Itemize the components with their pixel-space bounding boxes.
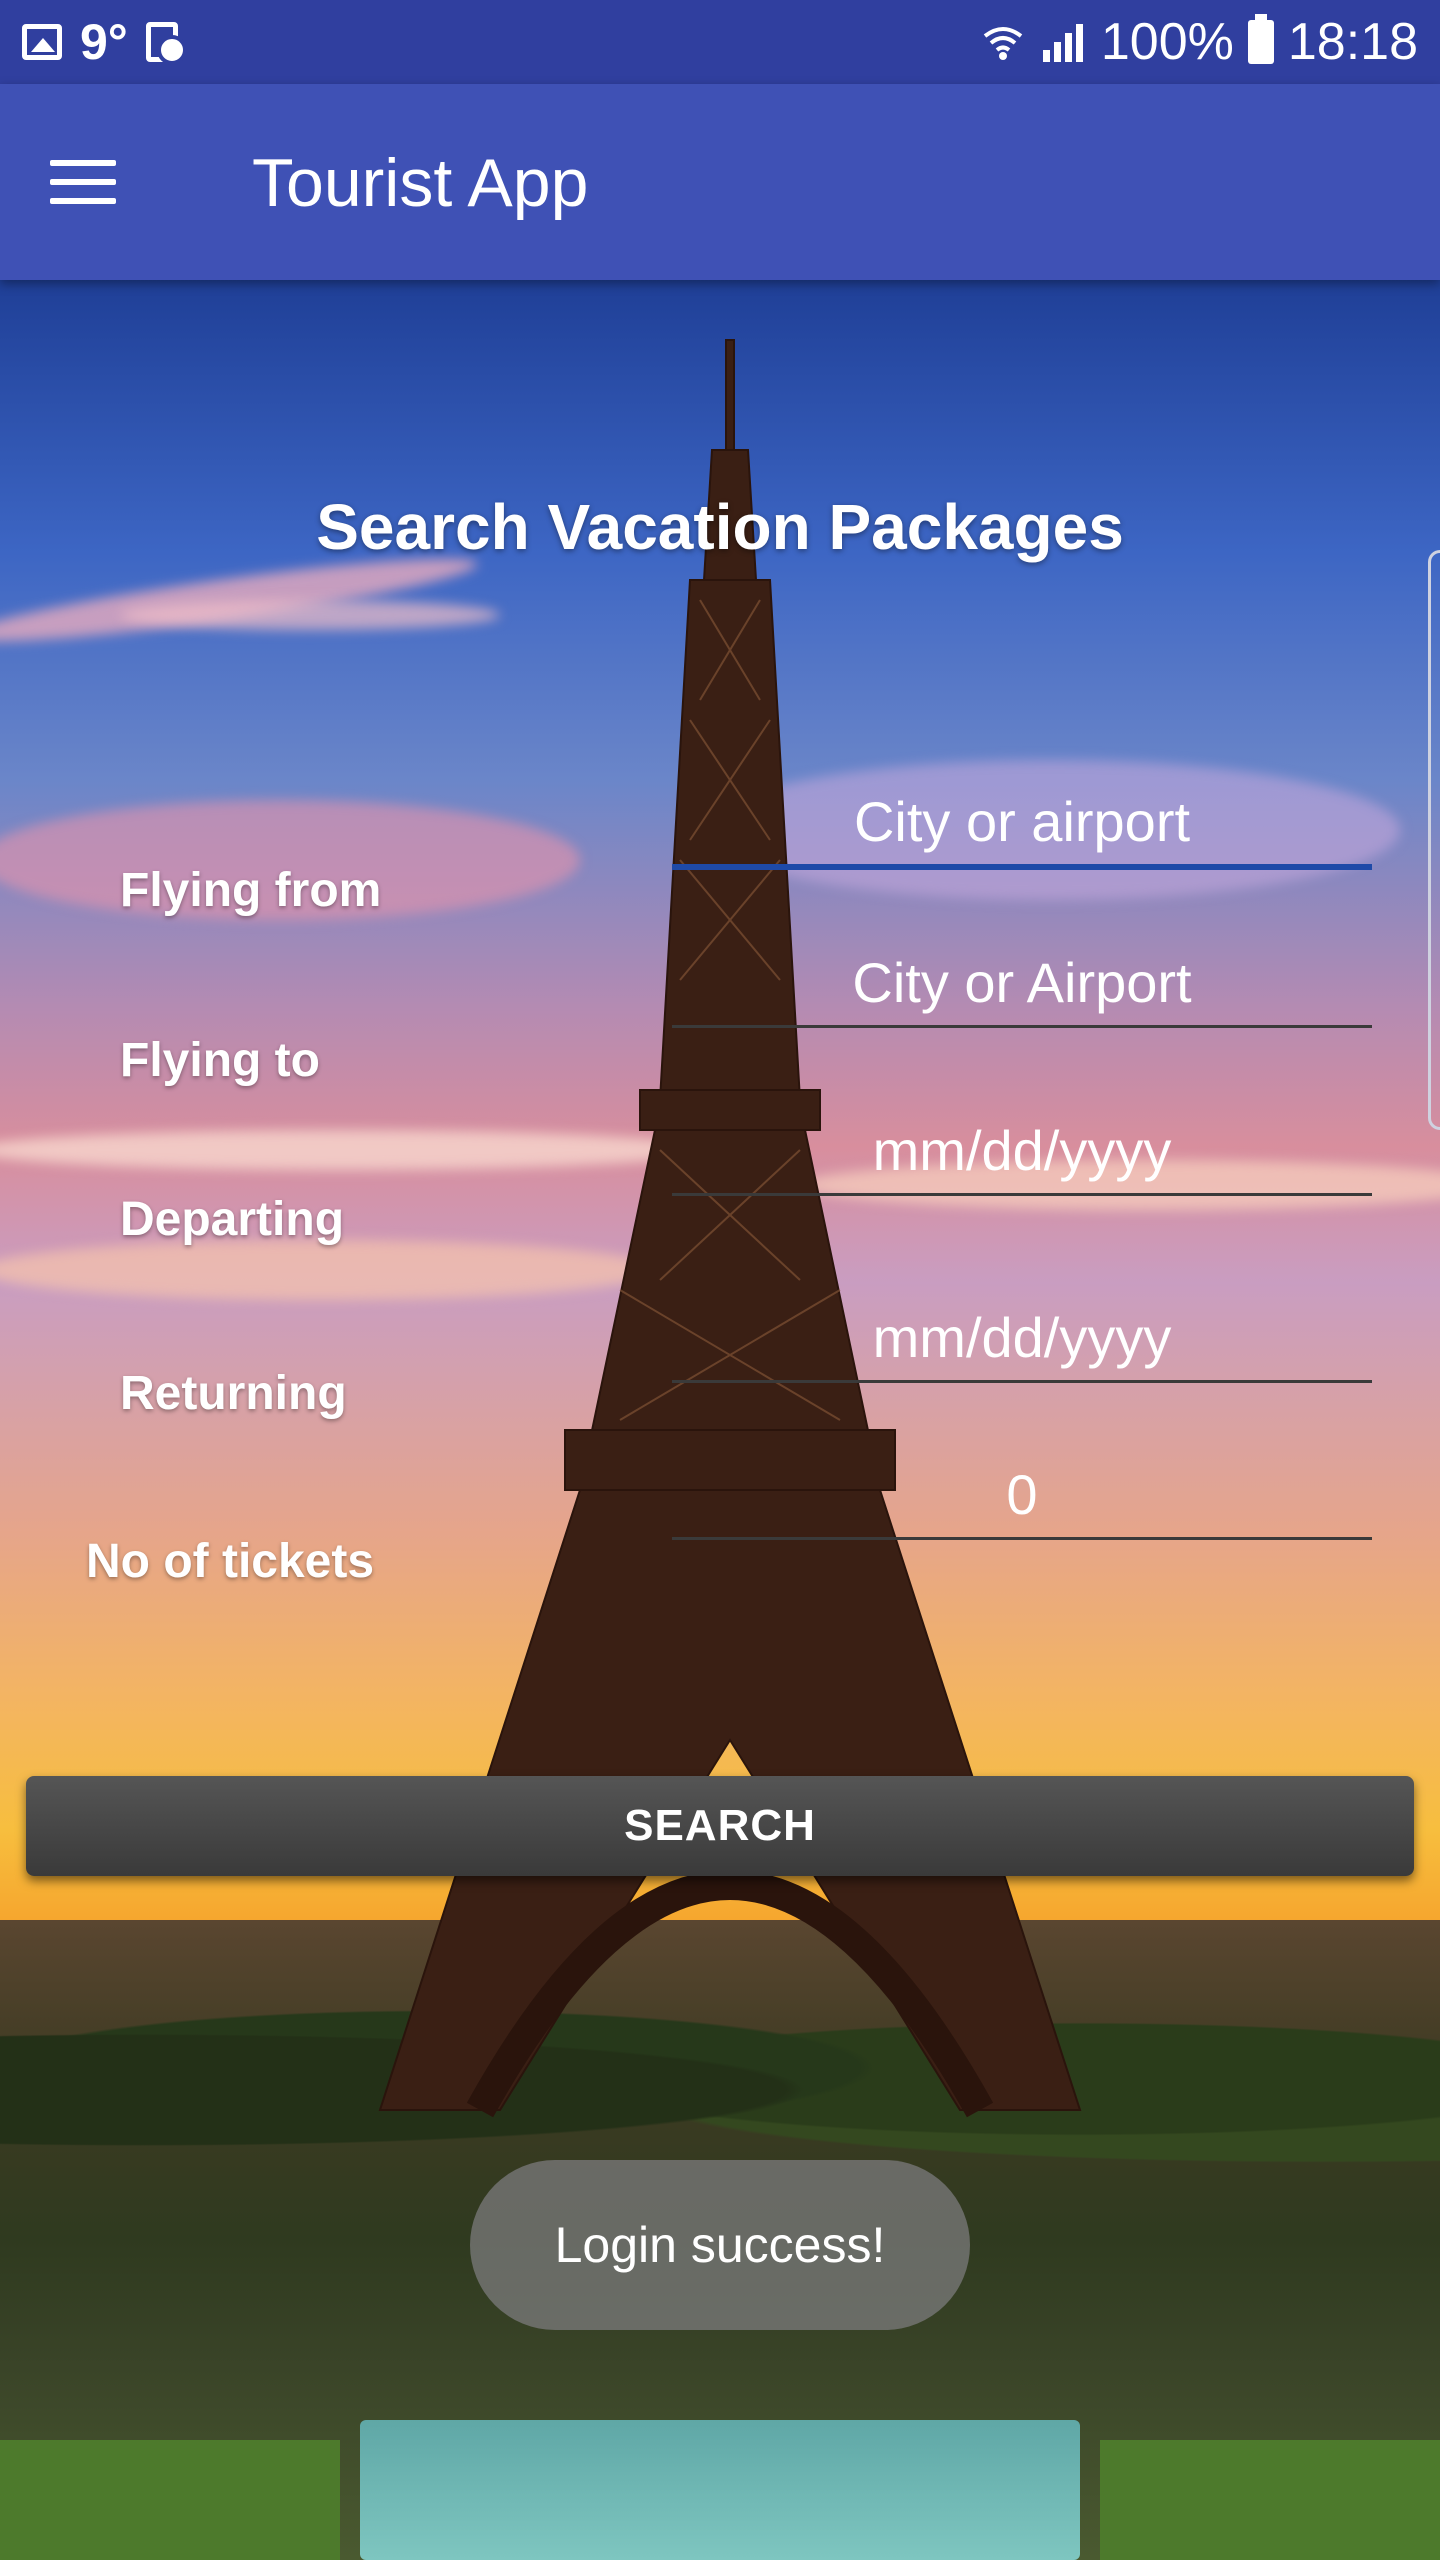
- tickets-count-input[interactable]: 0: [672, 1450, 1372, 1540]
- flying-to-input[interactable]: City or Airport: [672, 938, 1372, 1028]
- clock-time: 18:18: [1287, 13, 1418, 71]
- returning-date-input[interactable]: mm/dd/yyyy: [672, 1293, 1372, 1383]
- app-bar: Tourist App: [0, 84, 1440, 280]
- temperature-text: 9°: [80, 14, 128, 70]
- form-title: Search Vacation Packages: [316, 491, 1124, 563]
- toast-message: Login success!: [470, 2160, 970, 2330]
- departing-date-placeholder: mm/dd/yyyy: [872, 1119, 1172, 1182]
- tickets-count-value: 0: [1006, 1463, 1038, 1526]
- departing-date-input[interactable]: mm/dd/yyyy: [672, 1106, 1372, 1196]
- label-no-of-tickets: No of tickets: [86, 1535, 375, 1588]
- label-flying-to: Flying to: [120, 1034, 320, 1087]
- wifi-icon: [983, 27, 1023, 60]
- hamburger-menu-icon[interactable]: [40, 144, 128, 220]
- label-flying-from: Flying from: [120, 864, 382, 917]
- status-bar: 9° 100% 18:18: [0, 0, 1440, 84]
- battery-percent: 100%: [1100, 13, 1234, 71]
- app-title: Tourist App: [252, 145, 589, 221]
- gallery-icon: [22, 24, 62, 60]
- battery-icon: [1247, 14, 1274, 64]
- search-button[interactable]: SEARCH: [26, 1776, 1414, 1876]
- search-form: Search Vacation Packages Flying from Cit…: [0, 280, 1440, 2560]
- signal-icon: [1042, 24, 1083, 62]
- drawer-edge-handle[interactable]: [1428, 550, 1440, 1130]
- label-returning: Returning: [120, 1367, 347, 1420]
- flying-from-placeholder: City or airport: [853, 790, 1191, 853]
- clock-doc-icon: [145, 22, 187, 65]
- label-departing: Departing: [120, 1193, 345, 1246]
- flying-to-placeholder: City or Airport: [852, 951, 1192, 1014]
- returning-date-placeholder: mm/dd/yyyy: [872, 1306, 1172, 1369]
- flying-from-input[interactable]: City or airport: [672, 780, 1372, 870]
